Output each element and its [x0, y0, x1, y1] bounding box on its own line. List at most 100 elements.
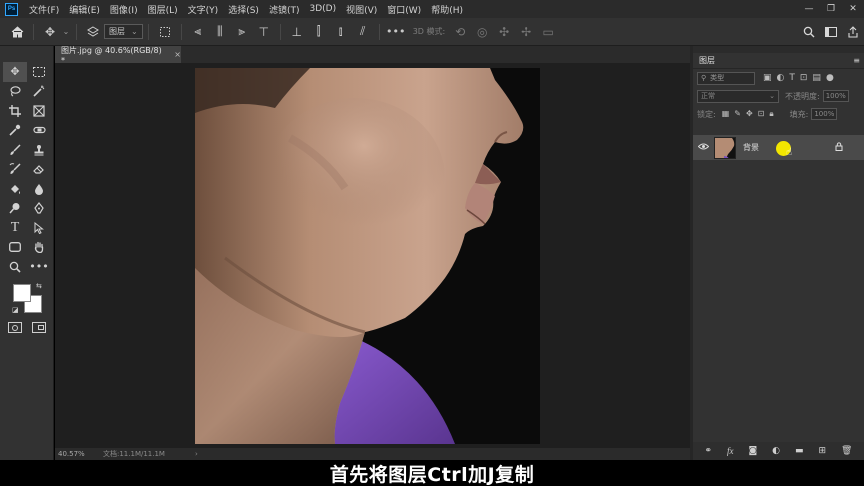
quick-mask-icon[interactable] — [8, 322, 22, 333]
new-layer-icon[interactable]: ⊞ — [818, 446, 826, 456]
zoom-level[interactable]: 40.57% — [55, 450, 95, 458]
layers-panel-title[interactable]: 图层 — [699, 55, 715, 66]
move-tool-preset-icon[interactable]: ✥ — [39, 21, 61, 43]
eyedropper-icon[interactable] — [3, 121, 27, 141]
minimize-button[interactable]: — — [798, 0, 820, 18]
layer-style-fx-icon[interactable]: fx — [727, 446, 734, 456]
paint-bucket-icon[interactable] — [3, 179, 27, 199]
more-tools-icon[interactable]: ••• — [27, 257, 51, 277]
hand-icon[interactable] — [27, 238, 51, 258]
link-layers-icon[interactable]: ⚭ — [704, 446, 712, 456]
menu-edit[interactable]: 编辑(E) — [64, 3, 105, 16]
menu-select[interactable]: 选择(S) — [223, 3, 264, 16]
visibility-eye-icon[interactable] — [693, 143, 713, 153]
align-center-h-icon[interactable]: ⫼ — [209, 21, 231, 43]
layer-name[interactable]: 背景 — [743, 142, 759, 153]
menu-file[interactable]: 文件(F) — [24, 3, 64, 16]
shape-icon[interactable] — [3, 238, 27, 258]
foreground-color-swatch[interactable] — [13, 284, 31, 302]
lock-icon[interactable] — [835, 142, 843, 153]
panel-menu-icon[interactable]: ≡ — [853, 56, 860, 65]
share-icon[interactable] — [842, 21, 864, 43]
blend-mode-select[interactable]: 正常 ⌄ — [697, 89, 779, 103]
filter-toggle-icon[interactable]: ● — [826, 73, 834, 83]
filter-pixel-icon[interactable]: ▣ — [763, 73, 772, 83]
kind-filter-select[interactable]: ⚲ 类型 — [697, 71, 755, 85]
transform-controls-icon[interactable] — [154, 21, 176, 43]
align-middle-v-icon[interactable]: ⫿ — [308, 21, 330, 43]
align-left-icon[interactable]: ⫷ — [187, 21, 209, 43]
frame-icon[interactable] — [27, 101, 51, 121]
menu-window[interactable]: 窗口(W) — [382, 3, 426, 16]
brush-icon[interactable] — [3, 140, 27, 160]
canvas-area[interactable] — [55, 63, 690, 448]
path-select-icon[interactable] — [27, 218, 51, 238]
divider — [147, 23, 149, 40]
align-right-icon[interactable]: ⫸ — [231, 21, 253, 43]
close-tab-icon[interactable]: × — [174, 50, 181, 59]
lock-artboard-icon[interactable]: ⊡ — [758, 109, 765, 119]
close-window-button[interactable]: ✕ — [842, 0, 864, 18]
more-options-icon[interactable]: ••• — [385, 21, 407, 43]
filter-adjustment-icon[interactable]: ◐ — [777, 73, 785, 83]
delete-layer-icon[interactable]: 🗑︎ — [841, 446, 852, 456]
document-tab[interactable]: 图片.jpg @ 40.6%(RGB/8) * × — [55, 46, 181, 65]
move-icon[interactable]: ✥ — [3, 62, 27, 82]
lock-pixels-icon[interactable]: ✎ — [734, 109, 741, 119]
menu-layer[interactable]: 图层(L) — [143, 3, 183, 16]
lock-all-icon[interactable]: 🔒︎ — [769, 109, 773, 119]
restore-button[interactable]: ❐ — [820, 0, 842, 18]
blur-icon[interactable] — [27, 179, 51, 199]
default-colors-icon[interactable]: ◪ — [12, 306, 19, 314]
magic-wand-icon[interactable] — [27, 82, 51, 102]
screen-mode-icon[interactable] — [32, 322, 46, 333]
dodge-icon[interactable] — [3, 199, 27, 219]
zoom-icon[interactable] — [3, 257, 27, 277]
lock-position-icon[interactable]: ✥ — [746, 109, 753, 119]
menu-image[interactable]: 图像(I) — [105, 3, 143, 16]
home-icon[interactable] — [6, 21, 28, 43]
fill-input[interactable]: 100% — [811, 108, 838, 120]
filter-shape-icon[interactable]: ⊡ — [800, 73, 808, 83]
new-group-icon[interactable]: ▬ — [795, 446, 804, 456]
document-image[interactable] — [195, 68, 540, 444]
crop-icon[interactable] — [3, 101, 27, 121]
3d-drag-icon[interactable]: ✣ — [493, 21, 515, 43]
menu-filter[interactable]: 滤镜(T) — [264, 3, 305, 16]
spot-healing-icon[interactable] — [27, 121, 51, 141]
add-mask-icon[interactable]: ◙ — [748, 446, 757, 456]
distribute-spacing-icon[interactable]: ⫽ — [352, 21, 374, 43]
align-bottom-icon[interactable]: ⊥ — [286, 21, 308, 43]
workspace-icon[interactable] — [820, 21, 842, 43]
lock-transparent-icon[interactable]: ▦ — [722, 109, 730, 119]
search-icon[interactable] — [798, 21, 820, 43]
filter-smart-object-icon[interactable]: ▤ — [812, 73, 821, 83]
menu-help[interactable]: 帮助(H) — [426, 3, 468, 16]
align-top-icon[interactable]: ⊤ — [253, 21, 275, 43]
auto-select-layers-icon[interactable] — [82, 21, 104, 43]
distribute-icon[interactable]: ⫾ — [330, 21, 352, 43]
options-right-group — [798, 21, 864, 43]
menu-view[interactable]: 视图(V) — [341, 3, 382, 16]
history-brush-icon[interactable] — [3, 160, 27, 180]
3d-rotate-icon[interactable]: ⟲ — [449, 21, 471, 43]
3d-camera-icon[interactable]: ▭ — [537, 21, 559, 43]
menu-type[interactable]: 文字(Y) — [183, 3, 224, 16]
status-menu-arrow[interactable]: › — [195, 450, 198, 458]
pen-icon[interactable] — [27, 199, 51, 219]
type-icon[interactable]: T — [3, 218, 27, 238]
filter-type-icon[interactable]: T — [789, 73, 795, 83]
3d-roll-icon[interactable]: ◎ — [471, 21, 493, 43]
lasso-icon[interactable] — [3, 82, 27, 102]
menu-3d[interactable]: 3D(D) — [304, 4, 341, 14]
chevron-down-icon[interactable]: ⌄ — [61, 21, 71, 43]
swap-colors-icon[interactable]: ⇆ — [36, 282, 42, 290]
eraser-icon[interactable] — [27, 160, 51, 180]
stamp-icon[interactable] — [27, 140, 51, 160]
auto-select-target-select[interactable]: 图层 ⌄ — [104, 24, 143, 39]
opacity-input[interactable]: 100% — [822, 90, 849, 102]
3d-slide-icon[interactable]: ✢ — [515, 21, 537, 43]
layer-filter-row: ⚲ 类型 ▣ ◐ T ⊡ ▤ ● — [693, 69, 864, 87]
adjustment-layer-icon[interactable]: ◐ — [772, 446, 780, 456]
marquee-icon[interactable] — [27, 62, 51, 82]
